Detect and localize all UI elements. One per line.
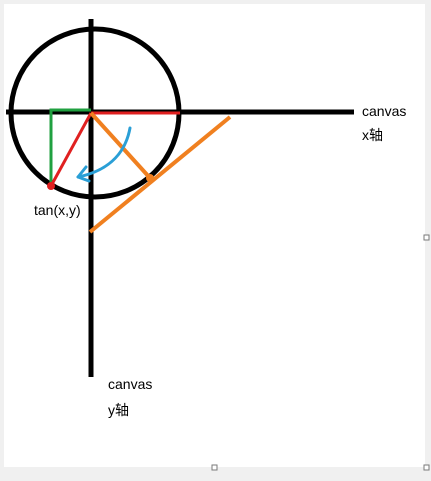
canvas-background [4,4,425,467]
tangent-point [146,174,154,182]
x-axis-label-line1: canvas [362,103,406,119]
paint-diagram: canvas x轴 canvas y轴 tan(x,y) [0,0,431,481]
y-axis-label-line1: canvas [108,376,152,392]
tan-point-label: tan(x,y) [34,202,81,218]
y-axis-label-line2: y轴 [108,402,129,418]
resize-handle-right[interactable] [423,234,430,241]
point-marker [47,182,55,190]
resize-handle-corner[interactable] [423,464,430,471]
x-axis-label-line2: x轴 [362,127,383,143]
resize-handle-bottom[interactable] [211,464,218,471]
